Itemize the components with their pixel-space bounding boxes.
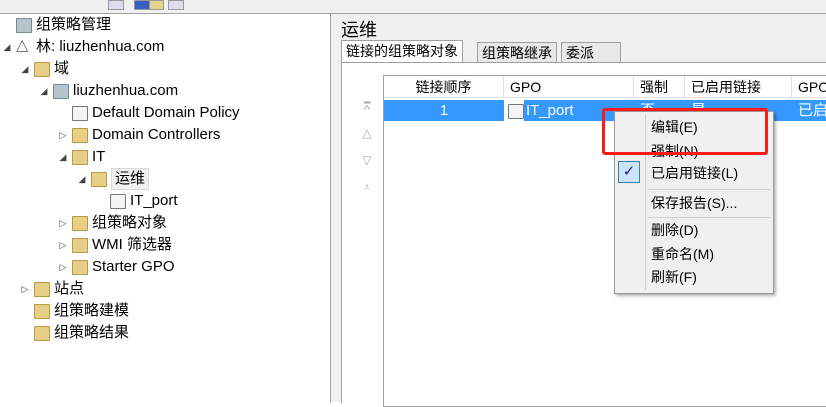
col-gpo[interactable]: GPO (504, 76, 634, 98)
folder-icon (72, 128, 88, 143)
tree-item-label: Default Domain Policy (92, 104, 240, 121)
menu-item-save-report[interactable]: 保存报告(S)... (651, 192, 737, 214)
doc-icon (72, 106, 88, 121)
collapse-icon[interactable]: ◢ (39, 80, 49, 102)
move-bottom-icon[interactable]: ⩡ (360, 180, 374, 195)
tree-item[interactable]: ◢ 域 (0, 58, 330, 80)
tree-item-label: 组策略对象 (92, 214, 168, 231)
expand-icon[interactable]: ▷ (58, 212, 68, 234)
menu-item-refresh[interactable]: 刷新(F) (651, 266, 697, 288)
move-up-icon[interactable]: △ (360, 126, 374, 140)
tree-item[interactable]: Default Domain Policy (0, 102, 330, 124)
tree-item-label: 组策略建模 (54, 302, 130, 319)
tab-inheritance[interactable]: 组策略继承 (477, 42, 557, 64)
cell-gpo-status: 已启用 (792, 100, 826, 140)
tree-item-label: Starter GPO (92, 258, 175, 275)
server-icon (53, 84, 69, 99)
tab-delegation[interactable]: 委派 (561, 42, 621, 64)
collapse-icon[interactable]: ◢ (20, 58, 30, 80)
move-top-icon[interactable]: ⩞ (360, 99, 374, 114)
tree-item[interactable]: ▷ 组策略对象 (0, 212, 330, 234)
tree-item-label: IT (92, 148, 106, 165)
expand-icon[interactable]: ▷ (58, 256, 68, 278)
folder-icon (34, 304, 50, 319)
console-tree: 组策略管理 ◢ △ 林: liuzhenhua.com ◢ 域 ◢ liuzhenhua.co… (0, 14, 330, 402)
col-enforced[interactable]: 强制 (634, 76, 685, 98)
tree-item[interactable]: ◢ 运维 (0, 168, 330, 190)
tree-item[interactable]: 组策略结果 (0, 322, 330, 344)
col-gpo-status[interactable]: GPO (792, 76, 826, 98)
tree-item[interactable]: 组策略建模 (0, 300, 330, 322)
folder-button[interactable] (148, 0, 164, 10)
menu-item-rename[interactable]: 重命名(M) (651, 243, 714, 265)
tree-item-label: 组策略结果 (54, 324, 130, 341)
help-button[interactable] (134, 0, 150, 10)
folder-icon (34, 62, 50, 77)
folder-icon (72, 260, 88, 275)
checkmark-icon: ✓ (618, 161, 640, 183)
container-title: 运维 (341, 20, 377, 40)
tree-item-label: 域 (54, 60, 70, 77)
folder-icon (34, 326, 50, 341)
folder-icon (72, 216, 88, 231)
tree-item[interactable]: ▷ WMI 筛选器 (0, 234, 330, 256)
forest-icon: △ (16, 37, 29, 54)
collapse-icon[interactable]: ◢ (77, 168, 87, 190)
highlight-annotation (602, 108, 768, 155)
show-hide-tree-button[interactable] (168, 0, 184, 10)
tree-item[interactable]: ◢ IT (0, 146, 330, 168)
col-link-order[interactable]: 链接顺序 (384, 76, 504, 98)
move-down-icon[interactable]: ▽ (360, 153, 374, 167)
tree-item-label: 站点 (54, 280, 85, 297)
expand-icon[interactable]: ▷ (58, 124, 68, 146)
col-link-enabled[interactable]: 已启用链接 (685, 76, 792, 98)
server-icon (16, 18, 32, 33)
tree-item-label: WMI 筛选器 (92, 236, 172, 253)
tree-item[interactable]: ◢ △ 林: liuzhenhua.com (0, 36, 330, 58)
folder-icon (72, 150, 88, 165)
doc-icon (110, 194, 126, 209)
menu-item-delete[interactable]: 删除(D) (651, 219, 698, 241)
cell-link-order: 1 (384, 100, 504, 121)
tree-item[interactable]: 组策略管理 (0, 14, 330, 36)
tree-item-label: liuzhenhua.com (73, 82, 179, 99)
expand-icon[interactable]: ▷ (58, 234, 68, 256)
folder-icon (34, 282, 50, 297)
toolbar (0, 0, 826, 14)
collapse-icon[interactable]: ◢ (2, 36, 12, 58)
tree-item[interactable]: ▷ Domain Controllers (0, 124, 330, 146)
collapse-icon[interactable]: ◢ (58, 146, 68, 168)
tree-item-label: 运维 (111, 168, 150, 190)
folder-icon (91, 172, 107, 187)
tab-linked-gpos[interactable]: 链接的组策略对象 (341, 40, 463, 64)
tree-item[interactable]: ▷ Starter GPO (0, 256, 330, 278)
tree-item-label: 组策略管理 (36, 16, 112, 33)
folder-icon (72, 238, 88, 253)
toolbar-button[interactable] (108, 0, 124, 10)
tree-item-label: 林: liuzhenhua.com (36, 38, 165, 55)
gpo-icon (504, 100, 524, 121)
tree-item[interactable]: IT_port (0, 190, 330, 212)
tree-item[interactable]: ▷ 站点 (0, 278, 330, 300)
tree-item-label: IT_port (130, 192, 178, 209)
tree-item-label: Domain Controllers (92, 126, 221, 143)
tree-item[interactable]: ◢ liuzhenhua.com (0, 80, 330, 102)
menu-item-link-enabled[interactable]: 已启用链接(L) (651, 162, 738, 184)
expand-icon[interactable]: ▷ (20, 278, 30, 300)
